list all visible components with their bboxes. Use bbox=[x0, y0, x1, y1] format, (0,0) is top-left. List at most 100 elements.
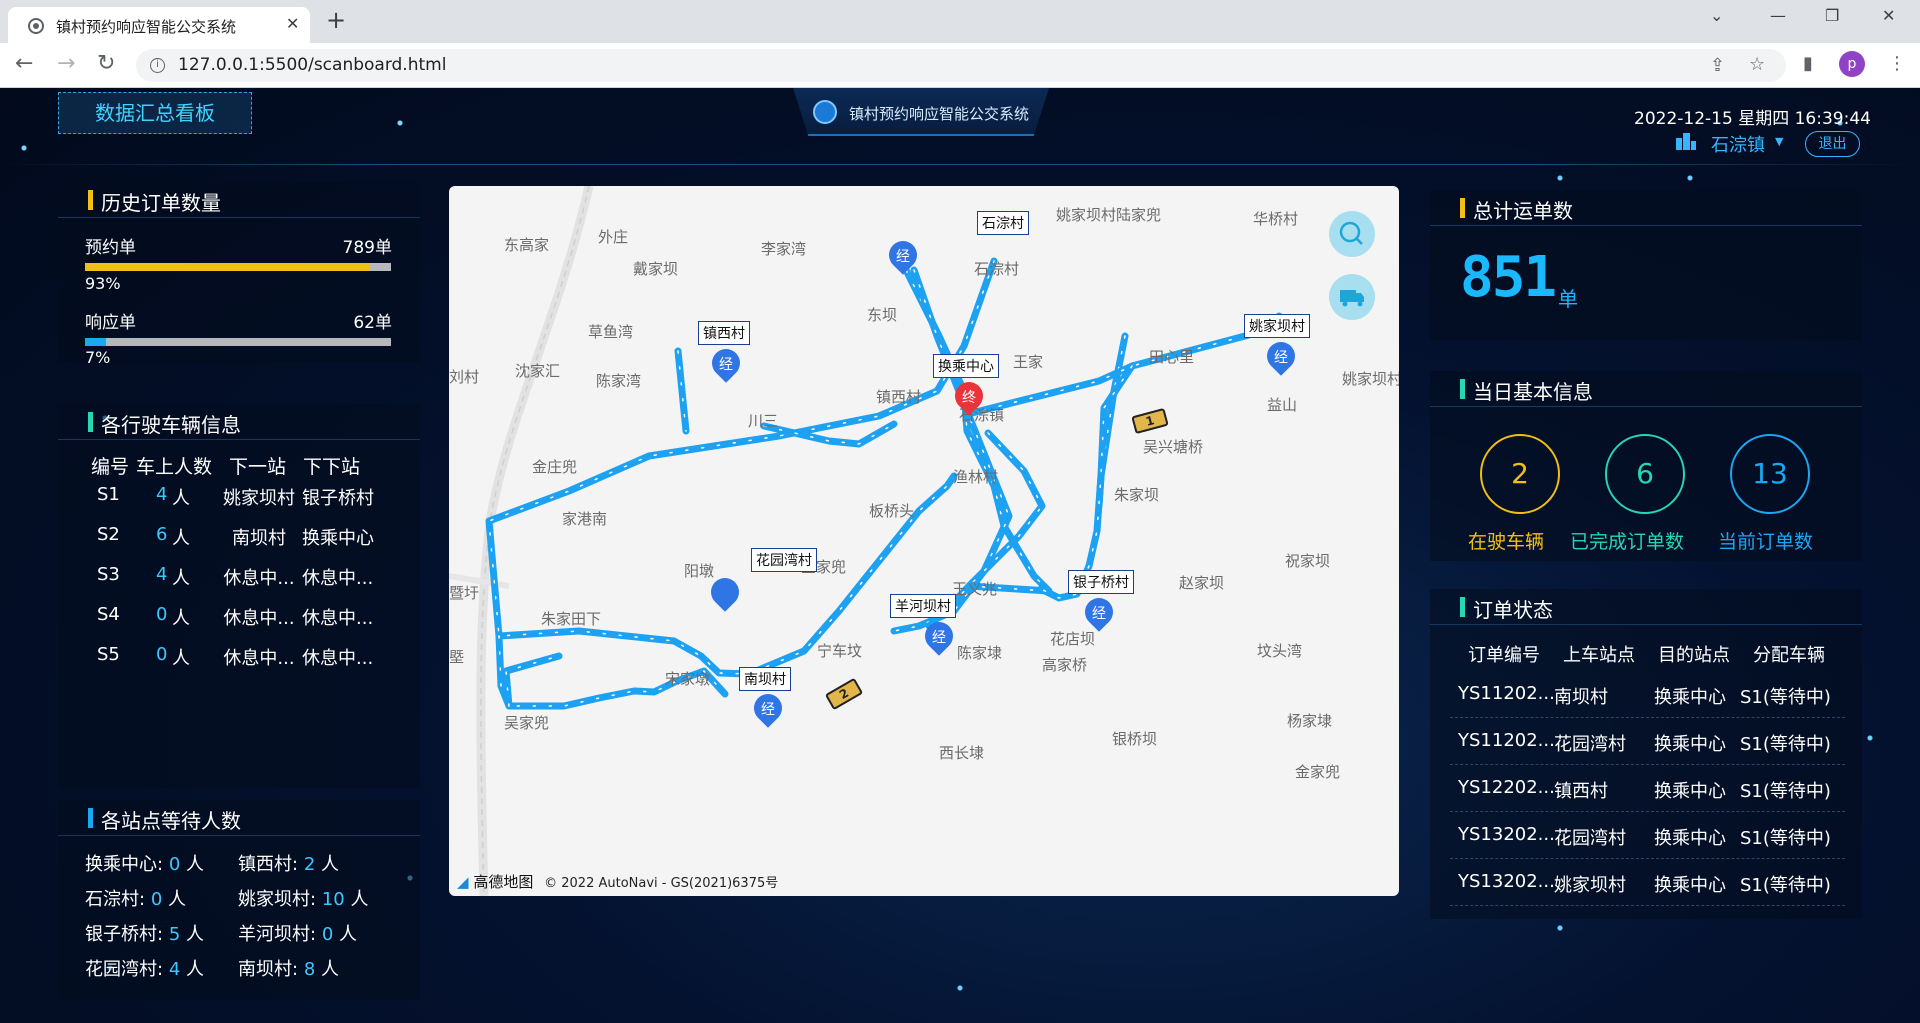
station-waiting-count: 10 bbox=[321, 889, 345, 910]
stop-label-shicong[interactable]: 石淙村 bbox=[977, 211, 1029, 235]
vehicle-info-panel: 各行驶车辆信息 编号 车上人数 下一站 下下站 S1 4 人 姚家坝村 银子桥村… bbox=[58, 404, 420, 788]
order-id: YS13202... bbox=[1458, 824, 1555, 845]
bookmark-star-icon[interactable]: ☆ bbox=[1749, 54, 1765, 75]
dashboard-summary-button[interactable]: 数据汇总看板 bbox=[58, 92, 252, 134]
map-vehicle-button[interactable] bbox=[1329, 274, 1375, 320]
today-info-panel: 当日基本信息 2 在驶车辆 6 已完成订单数 13 当前订单数 bbox=[1430, 371, 1862, 561]
current-datetime: 2022-12-15 星期四 16:39:44 bbox=[1634, 109, 1871, 129]
restore-icon[interactable]: ❐ bbox=[1825, 6, 1839, 25]
map-place-label: 戴家坝 bbox=[633, 260, 679, 278]
system-title-banner: 镇村预约响应智能公交系统 bbox=[793, 88, 1049, 136]
town-selector[interactable]: 石淙镇 bbox=[1711, 131, 1765, 157]
vehicle-row[interactable]: S1 4 人 姚家坝村 银子桥村 bbox=[58, 484, 420, 524]
station-waiting-unit: 人 bbox=[186, 854, 204, 875]
station-waiting-item: 南坝村: 8 人 bbox=[238, 955, 339, 981]
url-text[interactable]: 127.0.0.1:5500/scanboard.html bbox=[178, 55, 446, 75]
title-accent-bar bbox=[1460, 198, 1465, 218]
map-place-label: 刘村 bbox=[449, 368, 480, 386]
station-waiting-count: 8 bbox=[303, 959, 316, 980]
close-tab-icon[interactable]: ✕ bbox=[286, 14, 299, 33]
tab-search-chevron-icon[interactable]: ⌄ bbox=[1710, 6, 1723, 25]
bus-route-line bbox=[674, 347, 690, 435]
vehicle-passenger-count: 4 bbox=[156, 484, 168, 505]
header-divider bbox=[0, 164, 1920, 165]
close-window-icon[interactable]: ✕ bbox=[1882, 6, 1895, 25]
vehicle-passenger-unit: 人 bbox=[172, 528, 190, 549]
panel-title: 当日基本信息 bbox=[1430, 371, 1862, 407]
vehicle-row[interactable]: S2 6 人 南坝村 换乘中心 bbox=[58, 524, 420, 564]
vehicle-row[interactable]: S3 4 人 休息中... 休息中... bbox=[58, 564, 420, 604]
vehicle-passenger-count: 4 bbox=[156, 564, 168, 585]
address-bar[interactable]: i 127.0.0.1:5500/scanboard.html ⇪ ☆ bbox=[136, 49, 1786, 82]
title-accent-bar bbox=[88, 190, 93, 210]
stop-pin-transfer-center[interactable]: 终 bbox=[949, 376, 989, 416]
today-stat-ring: 6 bbox=[1605, 434, 1685, 514]
new-tab-icon[interactable]: + bbox=[326, 6, 346, 34]
history-title: 历史订单数量 bbox=[101, 191, 221, 215]
map-place-label: 李家湾 bbox=[761, 240, 807, 258]
order-row[interactable]: YS12202... 镇西村 换乘中心 S1(等待中) bbox=[1450, 765, 1845, 812]
total-orders-value: 851 bbox=[1460, 245, 1557, 310]
stop-pin-yaojiaba[interactable]: 经 bbox=[1261, 336, 1301, 376]
map-place-label: 板桥头 bbox=[869, 502, 915, 520]
station-waiting-count: 4 bbox=[168, 959, 181, 980]
route-map[interactable]: 东高家 外庄 李家湾 戴家坝 姚家坝村陆家兜 华桥村 石淙村 草鱼湾 东坝 沈家… bbox=[449, 186, 1399, 896]
total-orders-panel: 总计运单数 851 单 bbox=[1430, 190, 1862, 340]
order-row[interactable]: YS13202... 花园湾村 换乘中心 S1(等待中) bbox=[1450, 812, 1845, 859]
order-row[interactable]: YS13202... 姚家坝村 换乘中心 S1(等待中) bbox=[1450, 859, 1845, 906]
station-waiting-item: 镇西村: 2 人 bbox=[238, 850, 339, 876]
station-waiting-unit: 人 bbox=[168, 889, 186, 910]
today-stat-ring: 13 bbox=[1730, 434, 1810, 514]
order-row[interactable]: YS11202... 南坝村 换乘中心 S1(等待中) bbox=[1450, 671, 1845, 718]
stop-pin-yanghe[interactable]: 经 bbox=[919, 616, 959, 656]
logout-button[interactable]: 退出 bbox=[1805, 131, 1860, 157]
side-panel-icon[interactable]: ▮ bbox=[1803, 53, 1813, 74]
browser-tab[interactable]: 镇村预约响应智能公交系统 ✕ bbox=[8, 7, 310, 43]
stop-label-yinziqiao[interactable]: 银子桥村 bbox=[1068, 570, 1134, 594]
stop-pin-nanba[interactable]: 经 bbox=[748, 688, 788, 728]
forward-icon[interactable]: → bbox=[57, 51, 75, 76]
profile-avatar[interactable]: p bbox=[1839, 51, 1865, 77]
reserve-progress-fill bbox=[85, 263, 370, 271]
stop-pin-zhenxi[interactable]: 经 bbox=[706, 343, 746, 383]
vehicle-id: S5 bbox=[97, 644, 120, 665]
site-info-icon[interactable]: i bbox=[150, 58, 165, 73]
stop-pin-yinziqiao[interactable]: 经 bbox=[1079, 592, 1119, 632]
stop-label-yaojiaba[interactable]: 姚家坝村 bbox=[1244, 314, 1310, 338]
vehicle-passenger-count: 0 bbox=[156, 604, 168, 625]
map-place-label: 祝家坝 bbox=[1285, 552, 1331, 570]
vehicle-row[interactable]: S5 0 人 休息中... 休息中... bbox=[58, 644, 420, 684]
map-place-label: 宋家墩 bbox=[665, 670, 711, 688]
station-name: 银子桥村: bbox=[85, 924, 164, 945]
station-waiting-item: 银子桥村: 5 人 bbox=[85, 920, 204, 946]
order-car: S1(等待中) bbox=[1740, 687, 1831, 708]
stop-pin-shicong[interactable]: 经 bbox=[883, 235, 923, 275]
map-place-label: 宁车坟 bbox=[817, 642, 863, 660]
minimize-icon[interactable]: — bbox=[1770, 6, 1786, 25]
stop-label-yanghe[interactable]: 羊河坝村 bbox=[890, 594, 956, 618]
panel-title: 总计运单数 bbox=[1430, 190, 1862, 226]
vehicle-passenger-count: 0 bbox=[156, 644, 168, 665]
share-icon[interactable]: ⇪ bbox=[1710, 55, 1725, 76]
order-row[interactable]: YS11202... 花园湾村 换乘中心 S1(等待中) bbox=[1450, 718, 1845, 765]
back-icon[interactable]: ← bbox=[15, 51, 33, 76]
stations-title: 各站点等待人数 bbox=[101, 809, 241, 833]
map-place-label: 暨圩 bbox=[449, 584, 480, 602]
station-waiting-count: 0 bbox=[168, 854, 181, 875]
map-copyright: © 2022 AutoNavi - GS(2021)6375号 bbox=[544, 876, 779, 891]
column-header-after: 下下站 bbox=[303, 456, 361, 478]
menu-kebab-icon[interactable]: ⋮ bbox=[1888, 53, 1906, 74]
map-place-label: 金庄兜 bbox=[532, 458, 578, 476]
stop-label-nanba[interactable]: 南坝村 bbox=[739, 667, 791, 691]
station-name: 姚家坝村: bbox=[238, 889, 317, 910]
map-search-button[interactable] bbox=[1329, 211, 1375, 257]
vehicle-row[interactable]: S4 0 人 休息中... 休息中... bbox=[58, 604, 420, 644]
today-stat-ring: 2 bbox=[1480, 434, 1560, 514]
stop-label-zhenxi[interactable]: 镇西村 bbox=[698, 321, 750, 345]
stop-label-transfer-center[interactable]: 换乘中心 bbox=[933, 354, 999, 378]
stop-pin-huayuanwan[interactable] bbox=[705, 572, 745, 612]
stop-label-huayuanwan[interactable]: 花园湾村 bbox=[751, 548, 817, 572]
reload-icon[interactable]: ↻ bbox=[97, 51, 115, 76]
caret-down-icon[interactable]: ▼ bbox=[1775, 135, 1783, 148]
order-to: 换乘中心 bbox=[1654, 734, 1726, 755]
